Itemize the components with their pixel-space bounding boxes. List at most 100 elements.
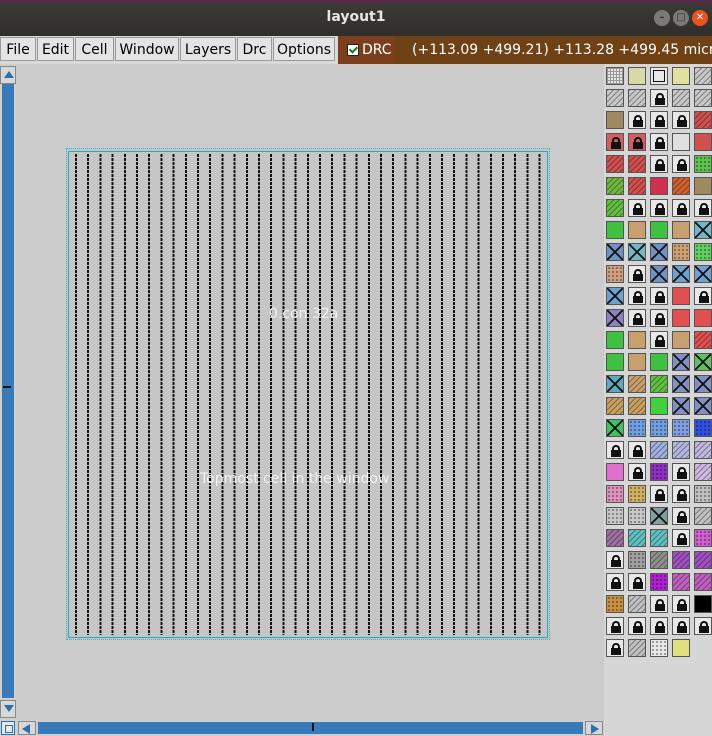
layer-swatch[interactable]	[672, 243, 690, 261]
layer-swatch[interactable]	[694, 397, 712, 415]
layer-swatch[interactable]	[694, 111, 712, 129]
arrow-right-icon[interactable]	[585, 721, 603, 735]
layer-swatch[interactable]	[694, 221, 712, 239]
drc-toggle[interactable]: DRC	[338, 36, 394, 64]
layer-swatch[interactable]	[694, 155, 712, 173]
layer-swatch[interactable]	[694, 265, 712, 283]
layer-swatch[interactable]	[628, 507, 646, 525]
layer-swatch[interactable]	[628, 353, 646, 371]
layer-swatch[interactable]	[606, 639, 624, 657]
layer-swatch[interactable]	[650, 111, 668, 129]
layer-swatch[interactable]	[606, 221, 624, 239]
cell-instance[interactable]	[66, 148, 550, 640]
layer-swatch[interactable]	[628, 89, 646, 107]
layer-swatch[interactable]	[628, 617, 646, 635]
layer-swatch[interactable]	[650, 243, 668, 261]
layer-swatch[interactable]	[694, 67, 712, 85]
layer-swatch[interactable]	[650, 507, 668, 525]
layer-swatch[interactable]	[628, 551, 646, 569]
layer-swatch[interactable]	[694, 309, 712, 327]
layer-swatch[interactable]	[628, 155, 646, 173]
layer-swatch[interactable]	[650, 89, 668, 107]
layer-swatch[interactable]	[694, 573, 712, 591]
layer-swatch[interactable]	[694, 243, 712, 261]
layer-swatch[interactable]	[650, 309, 668, 327]
layer-swatch[interactable]	[606, 155, 624, 173]
layer-swatch[interactable]	[650, 485, 668, 503]
menu-file[interactable]: File	[0, 37, 36, 61]
layer-swatch[interactable]	[628, 463, 646, 481]
layer-swatch[interactable]	[694, 133, 712, 151]
menu-options[interactable]: Options	[273, 37, 335, 61]
layer-swatch[interactable]	[628, 111, 646, 129]
layer-swatch[interactable]	[628, 485, 646, 503]
layer-swatch[interactable]	[606, 67, 624, 85]
layer-swatch[interactable]	[650, 463, 668, 481]
layer-swatch[interactable]	[628, 573, 646, 591]
menu-window[interactable]: Window	[115, 37, 179, 61]
layer-swatch[interactable]	[694, 463, 712, 481]
layer-swatch[interactable]	[672, 507, 690, 525]
layer-swatch[interactable]	[650, 529, 668, 547]
layer-swatch[interactable]	[672, 463, 690, 481]
layer-swatch[interactable]	[672, 595, 690, 613]
layer-swatch[interactable]	[650, 397, 668, 415]
layer-swatch[interactable]	[650, 177, 668, 195]
arrow-down-icon[interactable]	[0, 700, 16, 718]
layer-swatch[interactable]	[606, 397, 624, 415]
layer-swatch[interactable]	[606, 529, 624, 547]
drc-checkbox[interactable]	[347, 44, 359, 56]
layer-swatch[interactable]	[694, 199, 712, 217]
layer-swatch[interactable]	[606, 331, 624, 349]
layer-swatch[interactable]	[606, 617, 624, 635]
layer-swatch[interactable]	[694, 89, 712, 107]
layer-swatch[interactable]	[650, 441, 668, 459]
layer-swatch[interactable]	[606, 89, 624, 107]
layer-swatch[interactable]	[650, 199, 668, 217]
layer-swatch[interactable]	[606, 243, 624, 261]
zoom-box-icon[interactable]	[1, 721, 15, 735]
layer-swatch[interactable]	[606, 573, 624, 591]
layer-swatch[interactable]	[672, 573, 690, 591]
layer-swatch[interactable]	[650, 155, 668, 173]
layer-swatch[interactable]	[628, 243, 646, 261]
layer-swatch[interactable]	[672, 287, 690, 305]
layer-swatch[interactable]	[606, 265, 624, 283]
layer-swatch[interactable]	[650, 595, 668, 613]
layer-swatch[interactable]	[606, 595, 624, 613]
layer-swatch[interactable]	[650, 353, 668, 371]
layer-swatch[interactable]	[694, 595, 712, 613]
layer-swatch[interactable]	[694, 419, 712, 437]
layer-swatch[interactable]	[672, 529, 690, 547]
layer-swatch[interactable]	[628, 441, 646, 459]
minimize-icon[interactable]: –	[654, 10, 670, 26]
layer-swatch[interactable]	[628, 199, 646, 217]
menu-cell[interactable]: Cell	[75, 37, 114, 61]
layer-swatch[interactable]	[650, 419, 668, 437]
layer-swatch[interactable]	[694, 287, 712, 305]
layer-swatch[interactable]	[650, 573, 668, 591]
layer-swatch[interactable]	[628, 419, 646, 437]
layer-swatch[interactable]	[650, 133, 668, 151]
horizontal-scrollbar[interactable]	[0, 720, 604, 736]
layer-swatch[interactable]	[650, 331, 668, 349]
layer-swatch[interactable]	[672, 331, 690, 349]
layer-swatch[interactable]	[650, 287, 668, 305]
layer-swatch[interactable]	[628, 287, 646, 305]
layer-swatch[interactable]	[606, 419, 624, 437]
layer-swatch[interactable]	[672, 485, 690, 503]
layout-canvas[interactable]: 0.con 32a Topmost cell in the window	[16, 64, 604, 720]
vertical-scroll-thumb[interactable]	[2, 84, 14, 698]
maximize-icon[interactable]: □	[673, 10, 689, 26]
layer-swatch[interactable]	[672, 551, 690, 569]
layer-swatch[interactable]	[606, 199, 624, 217]
layer-swatch[interactable]	[606, 111, 624, 129]
arrow-up-icon[interactable]	[0, 66, 16, 84]
layer-swatch[interactable]	[672, 265, 690, 283]
layer-swatch[interactable]	[628, 309, 646, 327]
layer-swatch[interactable]	[606, 507, 624, 525]
layer-swatch[interactable]	[628, 331, 646, 349]
layer-swatch[interactable]	[628, 221, 646, 239]
layer-swatch[interactable]	[606, 287, 624, 305]
layer-swatch[interactable]	[694, 331, 712, 349]
